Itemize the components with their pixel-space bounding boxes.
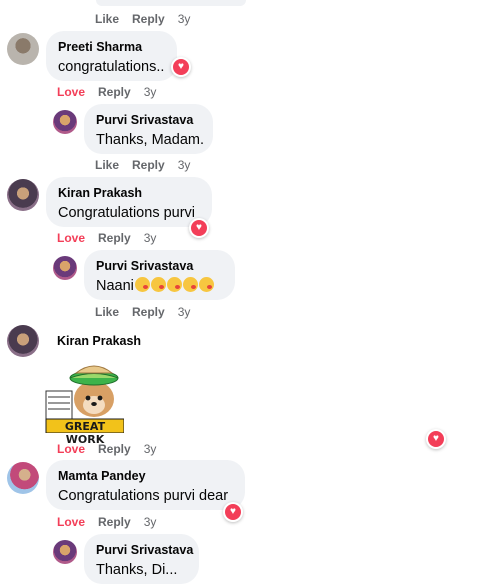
comment-age: 3y bbox=[177, 305, 191, 319]
comment-bubble: Purvi Srivastava Thanks, Di... bbox=[84, 534, 199, 584]
comment-age: 3y bbox=[143, 85, 157, 99]
comment-author[interactable]: Preeti Sharma bbox=[58, 39, 165, 55]
avatar[interactable] bbox=[7, 33, 39, 65]
reply-button[interactable]: Reply bbox=[98, 515, 131, 529]
avatar[interactable] bbox=[53, 256, 77, 280]
comment-age: 3y bbox=[143, 231, 157, 245]
comment-text: Congratulations purvi dear bbox=[58, 488, 229, 504]
love-button[interactable]: Love bbox=[57, 515, 85, 529]
comment-actions: Love Reply 3y bbox=[57, 515, 169, 529]
like-button[interactable]: Like bbox=[95, 12, 119, 26]
heart-icon[interactable]: ♥ bbox=[171, 57, 191, 77]
love-button[interactable]: Love bbox=[57, 231, 85, 245]
reply-button[interactable]: Reply bbox=[132, 12, 165, 26]
heart-icon[interactable]: ♥ bbox=[426, 429, 446, 449]
love-button[interactable]: Love bbox=[57, 442, 85, 456]
comment-author[interactable]: Kiran Prakash bbox=[58, 185, 200, 201]
reply-button[interactable]: Reply bbox=[98, 231, 131, 245]
comment-bubble: Purvi Srivastava Thanks, Madam. bbox=[84, 104, 213, 154]
heart-icon[interactable]: ♥ bbox=[223, 502, 243, 522]
comment-text: congratulations.. bbox=[58, 59, 165, 75]
comment-author[interactable]: Kiran Prakash bbox=[57, 333, 141, 349]
like-button[interactable]: Like bbox=[95, 305, 119, 319]
heart-icon[interactable]: ♥ bbox=[189, 218, 209, 238]
avatar[interactable] bbox=[7, 179, 39, 211]
kissing-face-emoji-icon bbox=[166, 277, 182, 292]
comment-author[interactable]: Purvi Srivastava bbox=[96, 258, 223, 274]
comment-actions: Like Reply 3y bbox=[95, 158, 203, 172]
reply-button[interactable]: Reply bbox=[98, 85, 131, 99]
love-button[interactable]: Love bbox=[57, 85, 85, 99]
comment-bubble: Mamta Pandey Congratulations purvi dear bbox=[46, 460, 245, 510]
comment-actions: Love Reply 3y bbox=[57, 442, 169, 456]
kissing-face-emoji-icon bbox=[150, 277, 166, 292]
reply-button[interactable]: Reply bbox=[98, 442, 131, 456]
comment-age: 3y bbox=[177, 158, 191, 172]
reply-button[interactable]: Reply bbox=[132, 305, 165, 319]
comment-author[interactable]: Purvi Srivastava bbox=[96, 112, 201, 128]
comment-actions: Like Reply 3y bbox=[95, 12, 203, 26]
comment-age: 3y bbox=[143, 515, 157, 529]
comment-author[interactable]: Mamta Pandey bbox=[58, 468, 233, 484]
comment-text-content: Naani bbox=[96, 278, 134, 294]
comment-author[interactable]: Purvi Srivastava bbox=[96, 542, 193, 558]
comment-bubble: Purvi Srivastava Naani bbox=[84, 250, 235, 300]
comment-bubble: Preeti Sharma congratulations.. bbox=[46, 31, 177, 81]
great-work-sticker[interactable]: GREAT WORK bbox=[44, 357, 125, 446]
avatar[interactable] bbox=[7, 325, 39, 357]
comment-actions: Love Reply 3y bbox=[57, 231, 169, 245]
avatar[interactable] bbox=[7, 462, 39, 494]
comment-text: Thanks, Di... bbox=[96, 562, 178, 578]
avatar[interactable] bbox=[53, 540, 77, 564]
comment-age: 3y bbox=[143, 442, 157, 456]
like-button[interactable]: Like bbox=[95, 158, 119, 172]
comment-bubble: Kiran Prakash Congratulations purvi bbox=[46, 177, 212, 227]
kissing-face-emoji-icon bbox=[134, 277, 150, 292]
bubble-edge bbox=[96, 0, 246, 6]
comment-actions: Love Reply 3y bbox=[57, 85, 169, 99]
comment-age: 3y bbox=[177, 12, 191, 26]
kissing-face-emoji-icon bbox=[198, 277, 214, 292]
comment-text: Naani bbox=[96, 277, 223, 296]
avatar[interactable] bbox=[53, 110, 77, 134]
kissing-face-emoji-icon bbox=[182, 277, 198, 292]
comment-text: Congratulations purvi bbox=[58, 205, 196, 221]
comment-actions: Like Reply 3y bbox=[95, 305, 203, 319]
reply-button[interactable]: Reply bbox=[132, 158, 165, 172]
comment-text: Thanks, Madam. bbox=[96, 132, 204, 148]
